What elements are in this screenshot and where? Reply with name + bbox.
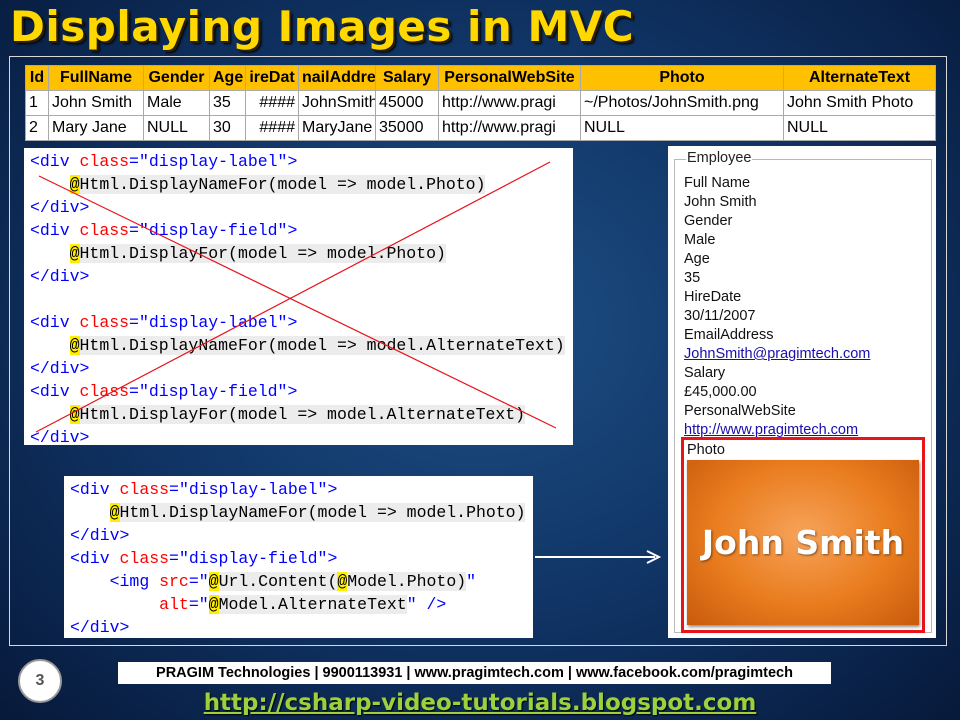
column-header: Photo [580,65,784,91]
column-header: nailAddre [298,65,376,91]
photo-label: Photo [687,442,725,458]
employee-legend: Employee [686,150,753,166]
table-cell: 45000 [375,90,439,116]
table-cell: 2 [25,115,49,141]
field-label: Salary [684,365,726,381]
table-cell: MaryJane [298,115,376,141]
column-header: Id [25,65,49,91]
photo-text: John Smith [701,523,905,562]
code-line: alt="@Model.AlternateText" /> [159,595,447,614]
crossed-out-code-panel: <div class="display-label"> @Html.Displa… [24,148,573,447]
table-cell: 35 [209,90,246,116]
code-line: <img src="@Url.Content(@Model.Photo)" [109,572,477,591]
table-cell: NULL [783,115,936,141]
table-row: 1 John Smith Male 35 #### JohnSmith 4500… [25,90,936,116]
field-label: Full Name [684,175,751,191]
table-row: 2 Mary Jane NULL 30 #### MaryJane 35000 … [25,115,936,141]
table-cell: http://www.pragi [438,90,581,116]
field-label: Gender [684,213,733,229]
photo-highlight-box: Photo John Smith [681,437,925,633]
column-header: Gender [143,65,210,91]
code-line: @Html.DisplayFor(model => model.Alternat… [69,405,526,424]
column-header: ireDat [245,65,299,91]
column-header: AlternateText [783,65,936,91]
code-line: @Html.DisplayNameFor(model => model.Phot… [109,503,526,522]
table-cell: John Smith Photo [783,90,936,116]
column-header: FullName [48,65,144,91]
field-value: 30/11/2007 [684,308,756,324]
footer-contact-bar: PRAGIM Technologies | 9900113931 | www.p… [118,662,831,684]
table-cell: 1 [25,90,49,116]
column-header: PersonalWebSite [438,65,581,91]
table-cell: ~/Photos/JohnSmith.png [580,90,784,116]
code-line: <div class="display-field"> [70,549,338,568]
code-line: <div class="display-label"> [30,313,298,332]
code-line: @Html.DisplayFor(model => model.Photo) [69,244,446,263]
employee-details: Full Name John Smith Gender Male Age 35 … [684,174,870,440]
table-cell: JohnSmith [298,90,376,116]
code-line: <div class="display-label"> [30,152,298,171]
code-line: </div> [70,618,130,637]
field-label: EmailAddress [684,327,774,343]
employee-photo: John Smith [687,460,919,625]
table-cell: http://www.pragi [438,115,581,141]
footer-blog-link[interactable]: http://csharp-video-tutorials.blogspot.c… [0,690,960,716]
code-line: @Html.DisplayNameFor(model => model.Alte… [69,336,565,355]
slide-title: Displaying Images in MVC [10,2,635,51]
code-line: <div class="display-label"> [70,480,338,499]
table-cell: NULL [143,115,210,141]
table-cell: #### [245,90,299,116]
image-code-panel: <div class="display-label"> @Html.Displa… [64,476,533,638]
table-cell: 35000 [375,115,439,141]
field-value: £45,000.00 [684,384,757,400]
table-cell: Mary Jane [48,115,144,141]
table-cell: John Smith [48,90,144,116]
code-line: </div> [30,428,90,447]
column-header: Salary [375,65,439,91]
table-cell: Male [143,90,210,116]
table-header-row: Id FullName Gender Age ireDat nailAddre … [25,65,936,91]
code-line: <div class="display-field"> [30,382,298,401]
field-value: 35 [684,270,701,286]
field-value: John Smith [684,194,757,210]
code-line: <div class="display-field"> [30,221,298,240]
table-cell: NULL [580,115,784,141]
field-label: HireDate [684,289,742,305]
table-cell: 30 [209,115,246,141]
code-line: @Html.DisplayNameFor(model => model.Phot… [69,175,486,194]
employee-table: Id FullName Gender Age ireDat nailAddre … [25,65,936,141]
email-link[interactable]: JohnSmith@pragimtech.com [684,346,870,362]
field-value: Male [684,232,716,248]
field-label: Age [684,251,710,267]
field-label: PersonalWebSite [684,403,796,419]
code-line: </div> [30,198,90,217]
column-header: Age [209,65,246,91]
code-line: </div> [70,526,130,545]
table-cell: #### [245,115,299,141]
website-link[interactable]: http://www.pragimtech.com [684,422,858,438]
code-line: </div> [30,267,90,286]
code-line: </div> [30,359,90,378]
arrow-right-icon [535,550,662,564]
